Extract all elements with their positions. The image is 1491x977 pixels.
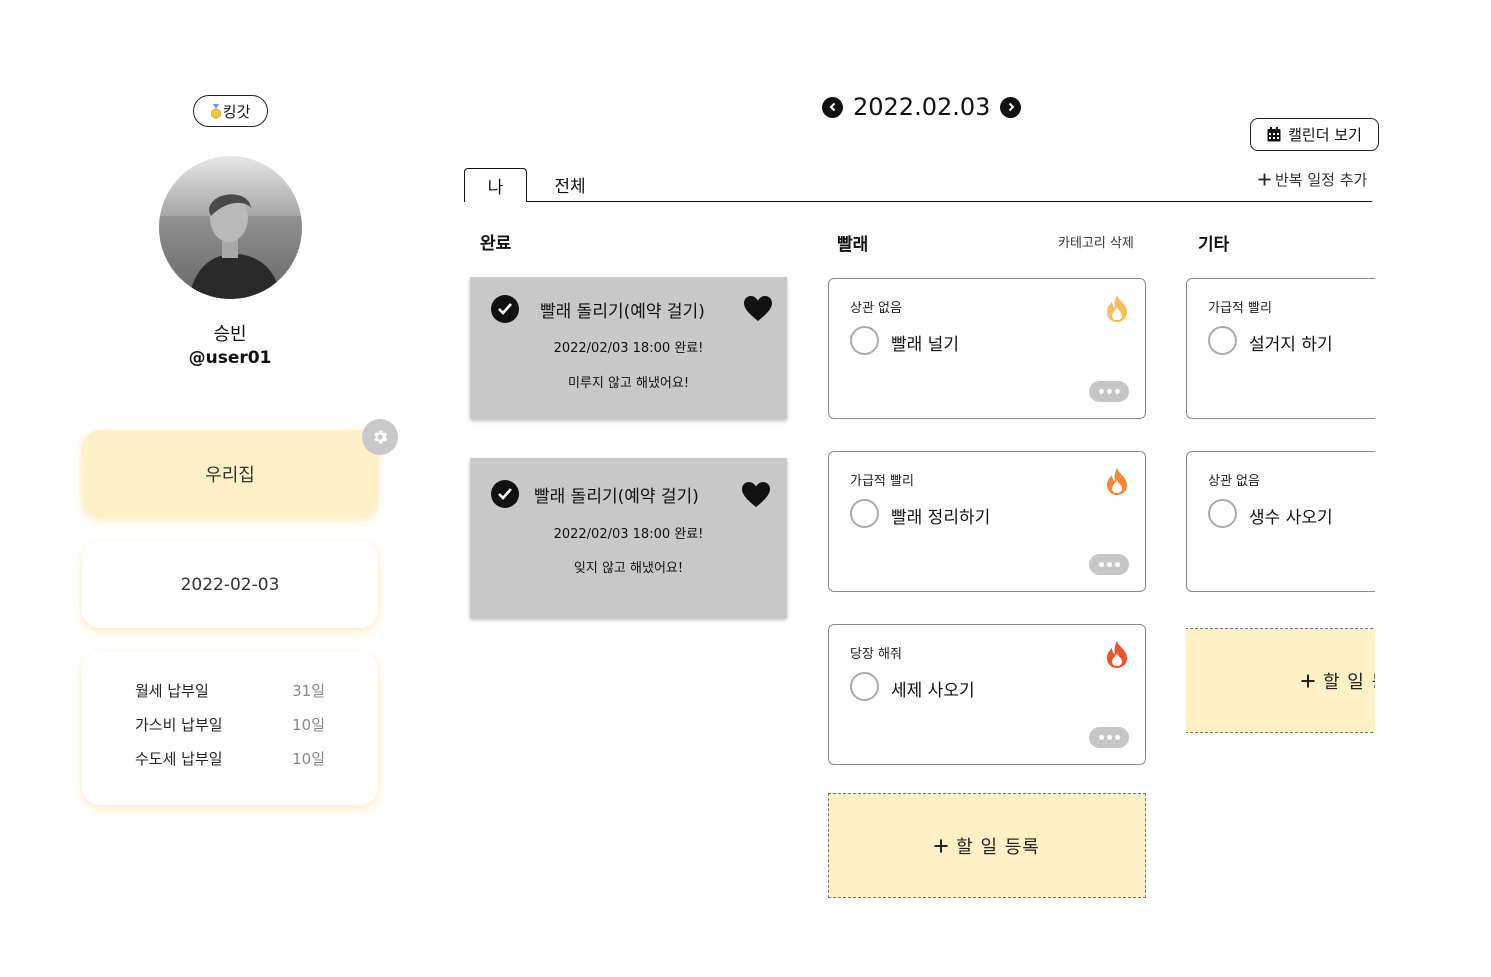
avatar[interactable] [159,156,302,299]
fire-icon [1107,468,1127,495]
settings-gear-button[interactable] [362,419,398,455]
etc-column-title: 기타 [1198,235,1230,255]
today-date: 2022-02-03 [180,574,280,595]
due-dates-card: 월세 납부일 31일 가스비 납부일 10일 수도세 납부일 10일 [82,652,378,805]
due-day: 10일 [292,716,325,734]
done-task-meta: 2022/02/03 18:00 완료! [553,527,704,542]
due-label: 월세 납부일 [135,682,209,700]
done-column-title: 완료 [480,234,512,254]
date-navigator: 2022.02.03 [822,92,1022,122]
priority-label: 가급적 빨리 [850,474,914,489]
due-row: 수도세 납부일 10일 [135,748,325,769]
task-title: 빨래 정리하기 [891,508,991,528]
priority-label: 상관 없음 [850,301,902,316]
add-task-label: 할 일 등록 [1323,671,1375,693]
etc-column: 가급적 빨리 설거지 하기 상관 없음 생수 사오기 할 일 등록 [1186,270,1375,750]
current-date: 2022.02.03 [853,93,991,121]
heart-icon[interactable] [742,482,770,508]
plus-icon [1258,173,1271,185]
user-name: 승빈 [213,324,247,345]
priority-label: 가급적 빨리 [1208,301,1272,316]
check-icon [498,303,512,315]
done-task-card[interactable]: 빨래 돌리기(예약 걸기) 2022/02/03 18:00 완료! 미루지 않… [470,277,787,419]
complete-checkbox[interactable] [1208,499,1237,528]
fire-icon [1107,295,1127,322]
today-date-card: 2022-02-03 [82,541,378,628]
done-task-card[interactable]: 빨래 돌리기(예약 걸기) 2022/02/03 18:00 완료! 잊지 않고… [470,458,787,618]
next-date-button[interactable] [1000,96,1022,118]
completed-check-button[interactable] [491,480,519,508]
complete-checkbox[interactable] [850,326,879,355]
due-row: 월세 납부일 31일 [135,680,325,701]
heart-icon[interactable] [744,296,772,322]
delete-category-button[interactable]: 카테고리 삭제 [1058,232,1134,251]
calendar-icon [1267,127,1281,142]
done-task-title: 빨래 돌리기(예약 걸기) [540,302,705,322]
gear-icon [374,430,388,444]
add-task-label: 할 일 등록 [956,836,1040,858]
complete-checkbox[interactable] [1208,326,1237,355]
priority-label: 상관 없음 [1208,474,1260,489]
done-task-note: 미루지 않고 해냈어요! [567,376,690,391]
due-label: 수도세 납부일 [135,750,223,768]
more-options-button[interactable] [1089,727,1129,748]
task-title: 빨래 널기 [891,335,959,355]
tab-me[interactable]: 나 [464,168,527,202]
home-group-label: 우리집 [205,464,255,486]
complete-checkbox[interactable] [850,499,879,528]
todo-card[interactable]: 당장 해줘 세제 사오기 [828,624,1146,765]
done-task-meta: 2022/02/03 18:00 완료! [553,341,704,356]
due-label: 가스비 납부일 [135,716,223,734]
calendar-view-label: 캘린더 보기 [1288,126,1362,144]
complete-checkbox[interactable] [850,672,879,701]
todo-card[interactable]: 가급적 빨리 빨래 정리하기 [828,451,1146,592]
plus-icon [934,839,948,852]
task-title: 세제 사오기 [891,681,975,701]
chevron-left-icon [829,102,835,112]
done-task-note: 잊지 않고 해냈어요! [573,561,684,576]
todo-card[interactable]: 상관 없음 빨래 널기 [828,278,1146,419]
add-task-button[interactable]: 할 일 등록 [1186,628,1375,733]
badge-label: 킹갓 [222,102,251,121]
more-options-button[interactable] [1089,554,1129,575]
chevron-right-icon [1008,102,1015,112]
prev-date-button[interactable] [822,96,843,118]
tab-me-label: 나 [487,178,504,198]
completed-check-button[interactable] [491,295,519,323]
laundry-column-title: 빨래 [837,235,869,255]
add-repeat-schedule-label: 반복 일정 추가 [1275,170,1368,189]
calendar-view-button[interactable]: 캘린더 보기 [1250,118,1379,151]
user-id: @user01 [188,348,272,368]
tab-divider [526,201,1372,202]
priority-label: 당장 해줘 [850,647,902,662]
check-icon [498,488,512,500]
tab-all[interactable]: 전체 [540,170,600,198]
fire-icon [1107,641,1127,668]
tab-all-label: 전체 [554,176,586,197]
medal-icon [210,103,221,119]
due-day: 31일 [292,682,325,700]
more-options-button[interactable] [1089,381,1129,402]
due-day: 10일 [292,750,325,768]
todo-card[interactable]: 상관 없음 생수 사오기 [1186,451,1375,592]
due-row: 가스비 납부일 10일 [135,714,325,735]
task-title: 설거지 하기 [1249,335,1333,355]
task-title: 생수 사오기 [1249,508,1333,528]
done-task-title: 빨래 돌리기(예약 걸기) [534,487,699,507]
add-task-button[interactable]: 할 일 등록 [828,793,1146,898]
home-group-card[interactable]: 우리집 [82,430,378,517]
add-repeat-schedule-button[interactable]: 반복 일정 추가 [1258,168,1378,190]
todo-card[interactable]: 가급적 빨리 설거지 하기 [1186,278,1375,419]
title-badge[interactable]: 킹갓 [193,95,268,127]
plus-icon [1301,674,1315,687]
